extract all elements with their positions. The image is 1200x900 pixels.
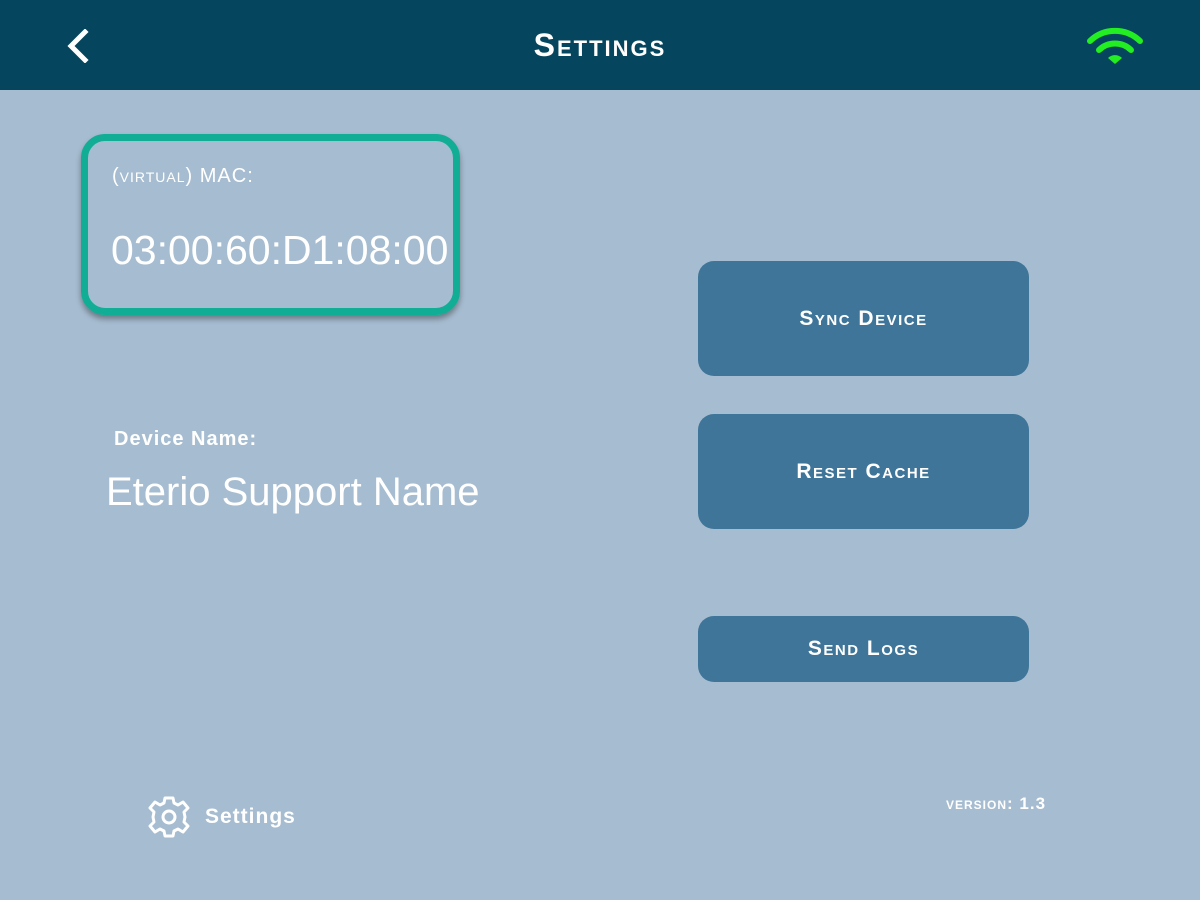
mac-value: 03:00:60:D1:08:00 <box>111 227 449 273</box>
mac-address-card: (virtual) MAC: 03:00:60:D1:08:00 <box>81 134 460 315</box>
version-info: version: 1.3 <box>946 794 1046 814</box>
settings-nav-label: Settings <box>205 805 296 828</box>
wifi-status <box>1086 24 1144 68</box>
sync-device-button[interactable]: Sync Device <box>698 261 1029 376</box>
page-title: Settings <box>533 26 667 63</box>
settings-page: Settings (virtual) MAC: 03:00:60:D1:08:0… <box>0 0 1200 900</box>
top-bar: Settings <box>0 0 1200 90</box>
wifi-icon <box>1087 27 1143 64</box>
version-label: version: <box>946 794 1014 813</box>
gear-icon <box>148 796 190 838</box>
device-name-label: Device Name: <box>114 428 258 450</box>
send-logs-button[interactable]: Send Logs <box>698 616 1029 682</box>
settings-nav-item[interactable]: Settings <box>147 794 296 840</box>
version-value: 1.3 <box>1019 794 1047 813</box>
device-name-value: Eterio Support Name <box>106 470 480 514</box>
reset-cache-button[interactable]: Reset Cache <box>698 414 1029 529</box>
mac-label: (virtual) MAC: <box>112 165 254 187</box>
